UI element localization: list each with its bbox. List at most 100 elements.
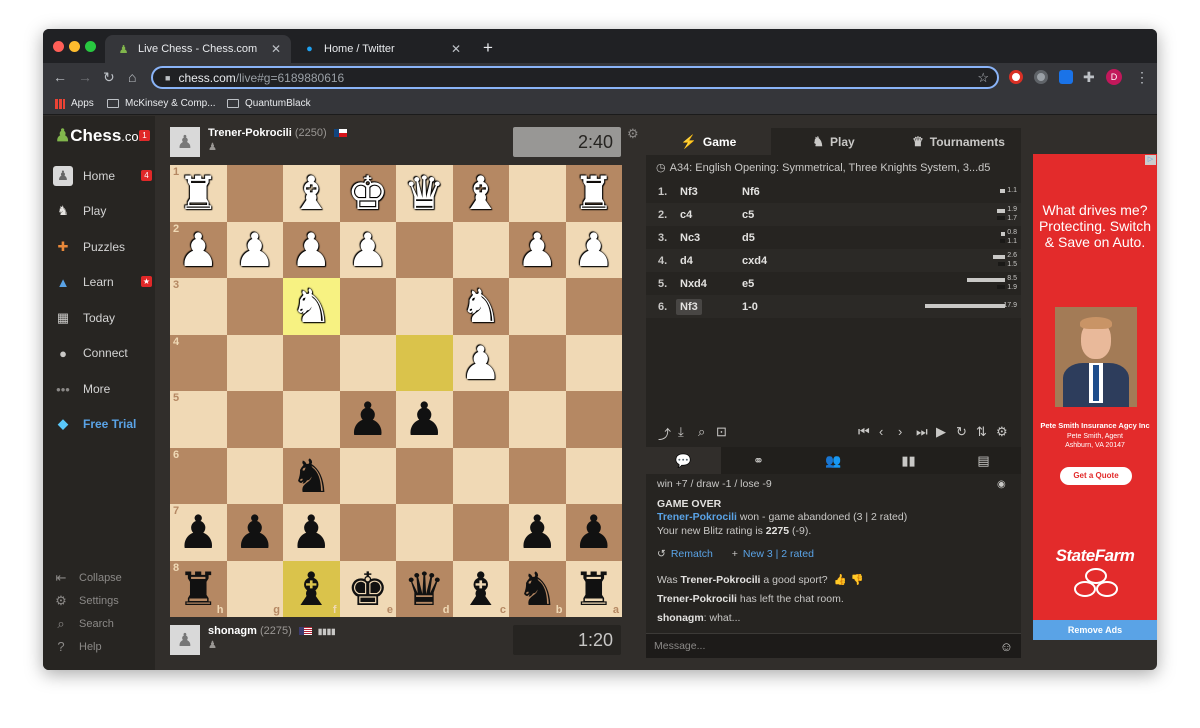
menu-icon[interactable]: ⋮: [1135, 69, 1149, 86]
close-tab-icon[interactable]: ✕: [271, 42, 281, 56]
sidebar-help[interactable]: ? Help: [53, 638, 101, 656]
close-tab-icon[interactable]: ✕: [451, 42, 461, 56]
sidebar-item-learn[interactable]: ▲ Learn ★: [53, 270, 153, 294]
board-square[interactable]: 6: [170, 447, 227, 504]
black-move[interactable]: d5: [742, 232, 755, 244]
rematch-button[interactable]: ↺ Rematch: [657, 548, 713, 560]
board-square[interactable]: [452, 447, 509, 504]
board-square[interactable]: e ♚: [339, 560, 396, 617]
board-square[interactable]: [226, 447, 283, 504]
board-square[interactable]: a ♜: [565, 560, 622, 617]
explorer-icon[interactable]: ⊡: [716, 424, 727, 440]
sidebar-item-play[interactable]: ♞ Play: [53, 199, 153, 223]
new-tab-icon[interactable]: +: [483, 38, 493, 58]
white-bishop-icon[interactable]: ♝: [460, 170, 501, 216]
board-square[interactable]: b ♞: [509, 560, 566, 617]
thumbs-up-icon[interactable]: 👍: [834, 574, 847, 586]
board-square[interactable]: [396, 504, 453, 561]
chat-tab[interactable]: 💬: [646, 447, 721, 474]
board-square[interactable]: d ♛: [396, 560, 453, 617]
board-square[interactable]: [226, 334, 283, 391]
board-square[interactable]: [396, 278, 453, 335]
white-move[interactable]: Nxd4: [680, 278, 707, 290]
board-square[interactable]: [565, 278, 622, 335]
board-square[interactable]: 2 ♟: [170, 221, 227, 278]
white-bishop-icon[interactable]: ♝: [291, 170, 332, 216]
winner-link[interactable]: Trener-Pokrocili: [657, 511, 737, 523]
tab-play[interactable]: ♞ Play: [771, 128, 896, 155]
bookmark-mckinsey[interactable]: McKinsey & Comp...: [107, 98, 216, 109]
share-icon[interactable]: ⤴: [658, 424, 671, 443]
sidebar-collapse[interactable]: ⇤ Collapse: [53, 569, 122, 587]
black-bishop-icon[interactable]: ♝: [460, 566, 501, 612]
white-pawn-icon[interactable]: ♟: [234, 227, 275, 273]
extension-icon[interactable]: [1034, 70, 1048, 84]
minimize-window-button[interactable]: [69, 41, 80, 52]
board-square[interactable]: [226, 165, 283, 222]
black-rook-icon[interactable]: ♜: [573, 566, 614, 612]
board-square[interactable]: 8 h ♜: [170, 560, 227, 617]
board-square[interactable]: ♟: [565, 221, 622, 278]
board-square[interactable]: ♟: [283, 221, 340, 278]
avatar[interactable]: ♟: [170, 127, 200, 157]
board-square[interactable]: ♞: [283, 278, 340, 335]
maximize-window-button[interactable]: [85, 41, 96, 52]
board-square[interactable]: 5: [170, 391, 227, 448]
board-square[interactable]: [339, 278, 396, 335]
board-square[interactable]: g: [226, 560, 283, 617]
white-pawn-icon[interactable]: ♟: [178, 227, 219, 273]
address-bar[interactable]: ■ chess.com/live#g=6189880616 ☆: [151, 66, 999, 89]
tab-game[interactable]: ⚡ Game: [646, 128, 771, 155]
black-pawn-icon[interactable]: ♟: [404, 396, 445, 442]
white-rook-icon[interactable]: ♜: [178, 170, 219, 216]
sidebar-search[interactable]: ⌕ Search: [53, 615, 114, 633]
next-move-icon[interactable]: ›: [898, 424, 902, 439]
board-square[interactable]: [509, 165, 566, 222]
white-pawn-icon[interactable]: ♟: [517, 227, 558, 273]
download-icon[interactable]: ⤓: [678, 424, 684, 440]
bookmark-star-icon[interactable]: ☆: [977, 70, 989, 86]
board-square[interactable]: ♟: [509, 504, 566, 561]
sidebar-settings[interactable]: ⚙ Settings: [53, 592, 119, 610]
chess-logo[interactable]: ♟Chess.com: [55, 126, 149, 146]
board-square[interactable]: ♟: [226, 504, 283, 561]
board-square[interactable]: [339, 447, 396, 504]
analysis-icon[interactable]: ⌕: [698, 424, 705, 440]
prev-move-icon[interactable]: ‹: [879, 424, 883, 439]
board-square[interactable]: ♝: [452, 165, 509, 222]
profile-avatar[interactable]: D: [1106, 69, 1122, 85]
black-knight-icon[interactable]: ♞: [517, 566, 558, 612]
black-pawn-icon[interactable]: ♟: [573, 509, 614, 555]
board-square[interactable]: [452, 504, 509, 561]
forward-icon[interactable]: →: [78, 69, 92, 85]
board-square[interactable]: [509, 278, 566, 335]
sidebar-item-home[interactable]: ♟ Home 4: [53, 164, 153, 188]
black-bishop-icon[interactable]: ♝: [291, 566, 332, 612]
extension-icon[interactable]: [1009, 70, 1023, 84]
player-name[interactable]: shonagm: [208, 625, 257, 637]
sidebar-item-puzzles[interactable]: ✚ Puzzles: [53, 235, 153, 259]
white-king-icon[interactable]: ♚: [347, 170, 388, 216]
close-window-button[interactable]: [53, 41, 64, 52]
white-move[interactable]: Nc3: [680, 232, 700, 244]
reset-icon[interactable]: ↻: [956, 424, 967, 440]
white-move[interactable]: c4: [680, 209, 692, 221]
black-pawn-icon[interactable]: ♟: [347, 396, 388, 442]
sidebar-item-free-trial[interactable]: ◆ Free Trial: [53, 412, 153, 436]
board-square[interactable]: 3: [170, 278, 227, 335]
board-square[interactable]: [396, 221, 453, 278]
black-move[interactable]: 1-0: [742, 301, 758, 313]
board-square[interactable]: [283, 391, 340, 448]
home-icon[interactable]: ⌂: [128, 69, 136, 85]
back-icon[interactable]: ←: [53, 69, 67, 85]
extensions-puzzle-icon[interactable]: ✚: [1083, 69, 1095, 86]
remove-ads-button[interactable]: Remove Ads: [1033, 620, 1157, 640]
board-square[interactable]: [396, 447, 453, 504]
sidebar-item-today[interactable]: ▦ Today: [53, 306, 153, 330]
board-square[interactable]: [339, 504, 396, 561]
board-square[interactable]: [565, 391, 622, 448]
hide-chat-icon[interactable]: ◉: [997, 479, 1006, 490]
white-queen-icon[interactable]: ♛: [404, 170, 445, 216]
board-square[interactable]: 1 ♜: [170, 165, 227, 222]
board-square[interactable]: ♟: [452, 334, 509, 391]
